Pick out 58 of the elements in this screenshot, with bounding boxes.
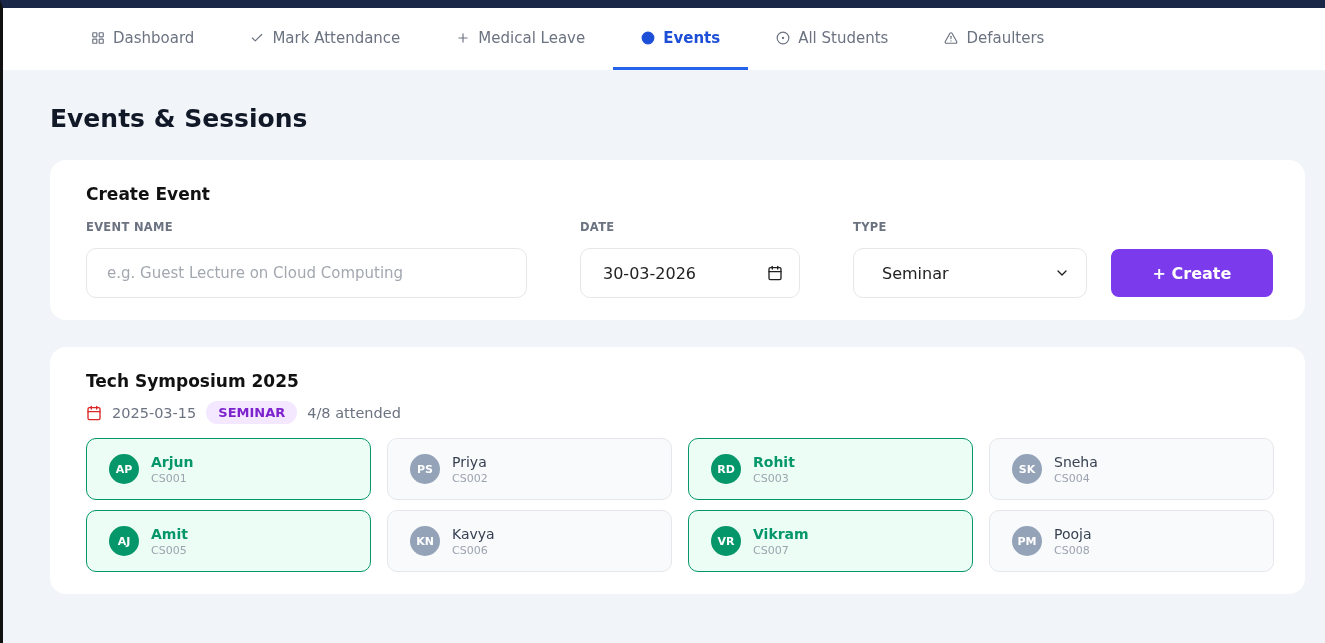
- avatar: SK: [1012, 454, 1042, 484]
- avatar: PS: [410, 454, 440, 484]
- attendee-card[interactable]: AP Arjun CS001: [86, 438, 371, 500]
- student-id: CS005: [151, 543, 188, 557]
- nav-tab[interactable]: All Students: [748, 8, 917, 70]
- attendee-card[interactable]: VR Vikram CS007: [688, 510, 973, 572]
- avatar: RD: [711, 454, 741, 484]
- avatar: AP: [109, 454, 139, 484]
- date-field[interactable]: 30-03-2026: [580, 248, 800, 298]
- warning-icon: [944, 30, 959, 45]
- student-name: Amit: [151, 525, 188, 542]
- avatar: AJ: [109, 526, 139, 556]
- student-id: CS004: [1054, 471, 1091, 485]
- page-title: Events & Sessions: [50, 104, 309, 133]
- student-id: CS008: [1054, 543, 1091, 557]
- type-select[interactable]: Seminar: [853, 248, 1087, 298]
- nav-tab[interactable]: Medical Leave: [428, 8, 614, 70]
- student-id: CS002: [452, 471, 488, 485]
- field-label: DATE: [580, 220, 616, 234]
- nav-tab[interactable]: Mark Attendance: [222, 8, 429, 70]
- student-id: CS003: [753, 471, 790, 485]
- nav-tab[interactable]: Dashboard: [63, 8, 223, 70]
- attendee-card[interactable]: SK Sneha CS004: [989, 438, 1274, 500]
- student-name: Vikram: [753, 525, 809, 542]
- attendee-card[interactable]: AJ Amit CS005: [86, 510, 371, 572]
- event-type-tag: SEMINAR: [206, 401, 298, 424]
- event-name-field[interactable]: e.g. Guest Lecture on Cloud Computing: [86, 248, 527, 298]
- plus-icon: [456, 30, 471, 45]
- dot-icon: [641, 30, 656, 45]
- create-button[interactable]: + Create: [1111, 249, 1273, 297]
- event-title: Tech Symposium 2025: [86, 371, 300, 391]
- student-name: Rohit: [753, 453, 795, 470]
- student-name: Pooja: [1054, 525, 1092, 542]
- student-id: CS007: [753, 543, 790, 557]
- student-name: Arjun: [151, 453, 194, 470]
- nav-tab[interactable]: Defaulters: [916, 8, 1073, 70]
- student-id: CS001: [151, 471, 188, 485]
- student-name: Kavya: [452, 525, 495, 542]
- target-icon: [776, 30, 791, 45]
- attendee-card[interactable]: PS Priya CS002: [387, 438, 672, 500]
- attendee-card[interactable]: PM Pooja CS008: [989, 510, 1274, 572]
- nav-tab[interactable]: Events: [613, 8, 749, 70]
- avatar: PM: [1012, 526, 1042, 556]
- attendee-card[interactable]: KN Kavya CS006: [387, 510, 672, 572]
- field-label: EVENT NAME: [86, 220, 174, 234]
- calendar-icon: [86, 404, 102, 421]
- avatar: KN: [410, 526, 440, 556]
- student-name: Sneha: [1054, 453, 1098, 470]
- field-label: TYPE: [853, 220, 888, 234]
- student-id: CS006: [452, 543, 489, 557]
- student-name: Priya: [452, 453, 488, 470]
- calendar-icon: [767, 265, 783, 281]
- avatar: VR: [711, 526, 741, 556]
- attendee-card[interactable]: RD Rohit CS003: [688, 438, 973, 500]
- grid-icon: [91, 30, 105, 45]
- card-title: Create Event: [86, 184, 211, 204]
- attendance-count: 4/8 attended: [307, 404, 401, 421]
- event-date: 2025-03-15: [112, 404, 197, 421]
